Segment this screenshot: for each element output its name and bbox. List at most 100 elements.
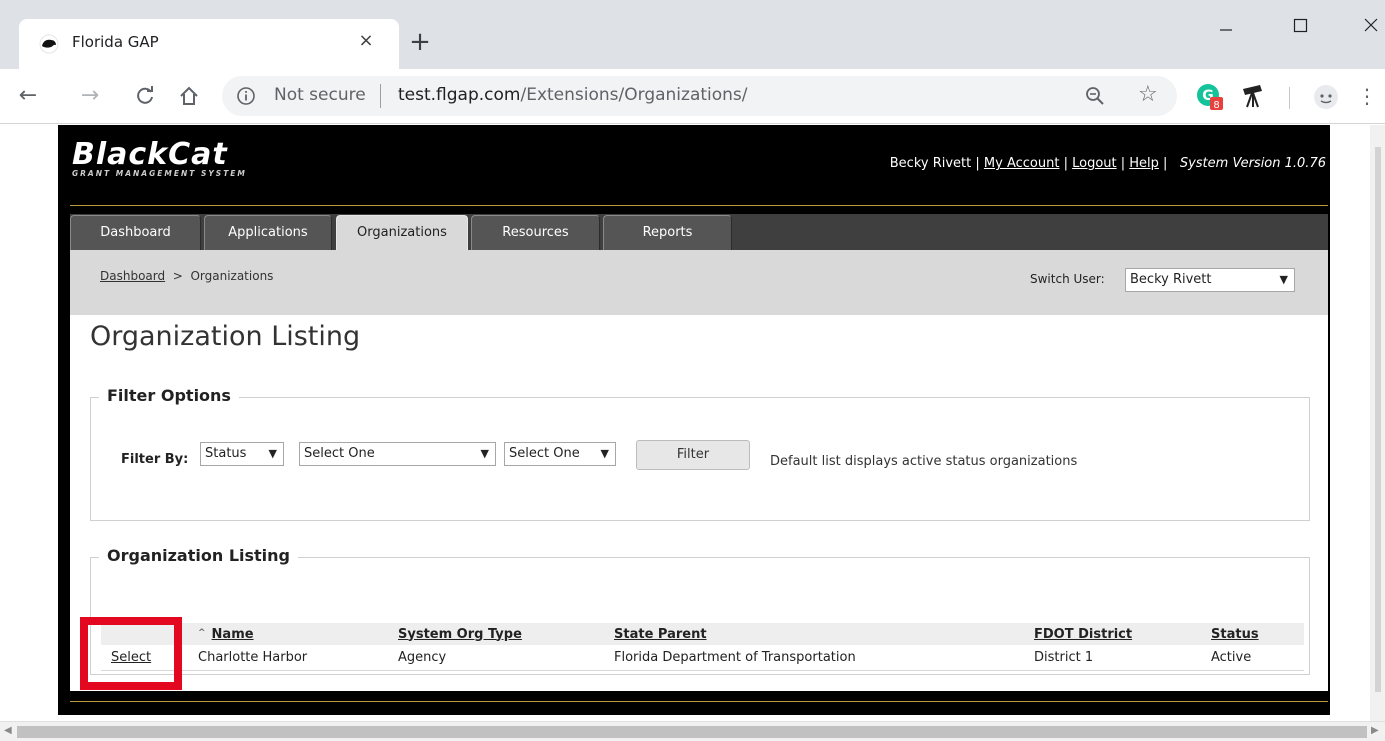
- filter-options-legend: Filter Options: [99, 386, 239, 405]
- url-host: test.flgap.com: [398, 85, 521, 105]
- telescope-extension-icon[interactable]: [1240, 83, 1268, 111]
- window-close-button[interactable]: [1352, 10, 1385, 40]
- forward-arrow-icon[interactable]: →: [75, 81, 105, 111]
- nav-separator: |: [1116, 156, 1130, 171]
- nav-separator: |: [1059, 156, 1073, 171]
- filter-secondary-text: Select One: [509, 446, 580, 461]
- browser-menu-icon[interactable]: ⋮: [1352, 81, 1382, 111]
- breadcrumb-current: Organizations: [190, 269, 274, 283]
- status-cell: Active: [1203, 645, 1304, 671]
- organization-table: ^ Name System Org Type State Parent FDOT …: [101, 623, 1304, 671]
- main-content: Organization Listing Filter Options Filt…: [70, 315, 1328, 691]
- sort-name-link[interactable]: Name: [212, 627, 254, 642]
- omnibox-divider: [380, 84, 381, 108]
- window-minimize-button[interactable]: [1206, 10, 1246, 40]
- zoom-icon[interactable]: [1084, 85, 1106, 107]
- nav-separator: |: [971, 156, 984, 171]
- breadcrumb-bar: Dashboard > Organizations Switch User: B…: [70, 250, 1328, 315]
- organization-listing-legend: Organization Listing: [99, 546, 298, 565]
- site-container: BlackCat GRANT MANAGEMENT SYSTEM Becky R…: [58, 125, 1330, 715]
- breadcrumb-separator: >: [172, 269, 183, 283]
- column-header-parent[interactable]: State Parent: [606, 623, 1026, 645]
- breadcrumb: Dashboard > Organizations: [100, 269, 273, 283]
- blackcat-logo[interactable]: BlackCat GRANT MANAGEMENT SYSTEM: [72, 139, 342, 191]
- address-bar[interactable]: Not secure test.flgap.com/Extensions/Org…: [222, 76, 1177, 116]
- browser-tabstrip: Florida GAP × +: [0, 0, 1385, 69]
- table-row: Select Charlotte Harbor Agency Florida D…: [101, 645, 1304, 671]
- profile-avatar-icon[interactable]: [1312, 83, 1340, 111]
- home-icon[interactable]: [174, 81, 204, 111]
- reload-icon[interactable]: [130, 81, 160, 111]
- page-viewport: BlackCat GRANT MANAGEMENT SYSTEM Becky R…: [0, 125, 1385, 721]
- my-account-link[interactable]: My Account: [984, 156, 1060, 171]
- horizontal-scrollbar-thumb[interactable]: [17, 726, 1367, 738]
- filter-button[interactable]: Filter: [636, 440, 750, 470]
- close-icon: [1364, 18, 1378, 32]
- dropdown-arrow-icon: ▼: [1279, 273, 1288, 286]
- new-tab-button[interactable]: +: [404, 27, 436, 59]
- dropdown-arrow-icon: ▼: [600, 447, 609, 460]
- nav-separator: |: [1158, 156, 1172, 171]
- parent-cell: Florida Department of Transportation: [606, 645, 1026, 671]
- back-arrow-icon[interactable]: ←: [13, 81, 43, 111]
- tab-dashboard[interactable]: Dashboard: [70, 215, 201, 250]
- logo-wordmark: BlackCat: [72, 137, 228, 172]
- scroll-left-arrow-icon[interactable]: ◀: [4, 725, 12, 736]
- tab-organizations[interactable]: Organizations: [336, 215, 468, 250]
- main-nav: Dashboard Applications Organizations Res…: [70, 214, 1328, 250]
- sort-district-link[interactable]: FDOT District: [1034, 627, 1132, 642]
- organization-listing-panel: Organization Listing ^ Name System Org Ty…: [90, 546, 1310, 675]
- logo-tagline: GRANT MANAGEMENT SYSTEM: [72, 169, 247, 178]
- filter-by-label: Filter By:: [121, 452, 189, 467]
- system-version: System Version 1.0.76: [1179, 156, 1326, 171]
- sort-status-link[interactable]: Status: [1211, 627, 1259, 642]
- filter-value-select[interactable]: Select One ▼: [299, 442, 496, 466]
- user-navigation: Becky Rivett | My Account | Logout | Hel…: [890, 156, 1326, 171]
- district-cell: District 1: [1026, 645, 1203, 671]
- vertical-scrollbar-thumb[interactable]: [1375, 147, 1381, 692]
- column-header-status[interactable]: Status: [1203, 623, 1304, 645]
- security-status: Not secure: [274, 85, 366, 105]
- table-header-row: ^ Name System Org Type State Parent FDOT …: [101, 623, 1304, 645]
- filter-field-select[interactable]: Status ▼: [200, 442, 284, 466]
- filter-options-panel: Filter Options Filter By: Status ▼ Selec…: [90, 386, 1310, 521]
- window-maximize-button[interactable]: [1280, 10, 1320, 40]
- sort-type-link[interactable]: System Org Type: [398, 627, 522, 642]
- switch-user-select[interactable]: Becky Rivett ▼: [1125, 268, 1295, 292]
- grammarly-extension-icon[interactable]: G 8: [1196, 83, 1224, 111]
- column-header-name[interactable]: ^ Name: [190, 623, 390, 645]
- browser-toolbar: ← → Not secure test.flgap.com/Extensions…: [0, 69, 1385, 124]
- tab-applications[interactable]: Applications: [204, 215, 332, 250]
- switch-user-value: Becky Rivett: [1130, 272, 1212, 287]
- filter-secondary-select[interactable]: Select One ▼: [504, 442, 616, 466]
- tab-close-icon[interactable]: ×: [353, 28, 379, 54]
- horizontal-scrollbar[interactable]: ◀ ▶: [0, 721, 1385, 741]
- name-cell: Charlotte Harbor: [190, 645, 390, 671]
- column-header-district[interactable]: FDOT District: [1026, 623, 1203, 645]
- tab-reports[interactable]: Reports: [603, 215, 732, 250]
- breadcrumb-dashboard-link[interactable]: Dashboard: [100, 269, 165, 283]
- bookmark-star-icon[interactable]: ☆: [1138, 82, 1158, 107]
- info-icon[interactable]: [236, 86, 256, 106]
- url-text[interactable]: test.flgap.com/Extensions/Organizations/: [398, 85, 748, 105]
- filter-value-text: Select One: [304, 446, 375, 461]
- filter-field-value: Status: [205, 446, 247, 461]
- browser-tab-title: Florida GAP: [72, 33, 159, 51]
- header-divider: [70, 205, 1328, 206]
- sort-parent-link[interactable]: State Parent: [614, 627, 707, 642]
- type-cell: Agency: [390, 645, 606, 671]
- user-name: Becky Rivett: [889, 156, 972, 171]
- tab-resources[interactable]: Resources: [471, 215, 600, 250]
- browser-tab[interactable]: Florida GAP ×: [19, 19, 399, 69]
- extension-badge: 8: [1213, 100, 1219, 111]
- column-header-type[interactable]: System Org Type: [390, 623, 606, 645]
- highlight-box: [80, 617, 182, 690]
- help-link[interactable]: Help: [1129, 156, 1159, 171]
- scroll-right-arrow-icon[interactable]: ▶: [1371, 725, 1379, 736]
- logout-link[interactable]: Logout: [1072, 156, 1117, 171]
- minimize-icon: [1220, 29, 1232, 31]
- sort-ascending-icon: ^: [198, 627, 206, 638]
- switch-user-label: Switch User:: [1030, 272, 1105, 286]
- footer-divider: [70, 701, 1328, 702]
- dropdown-arrow-icon: ▼: [268, 447, 277, 460]
